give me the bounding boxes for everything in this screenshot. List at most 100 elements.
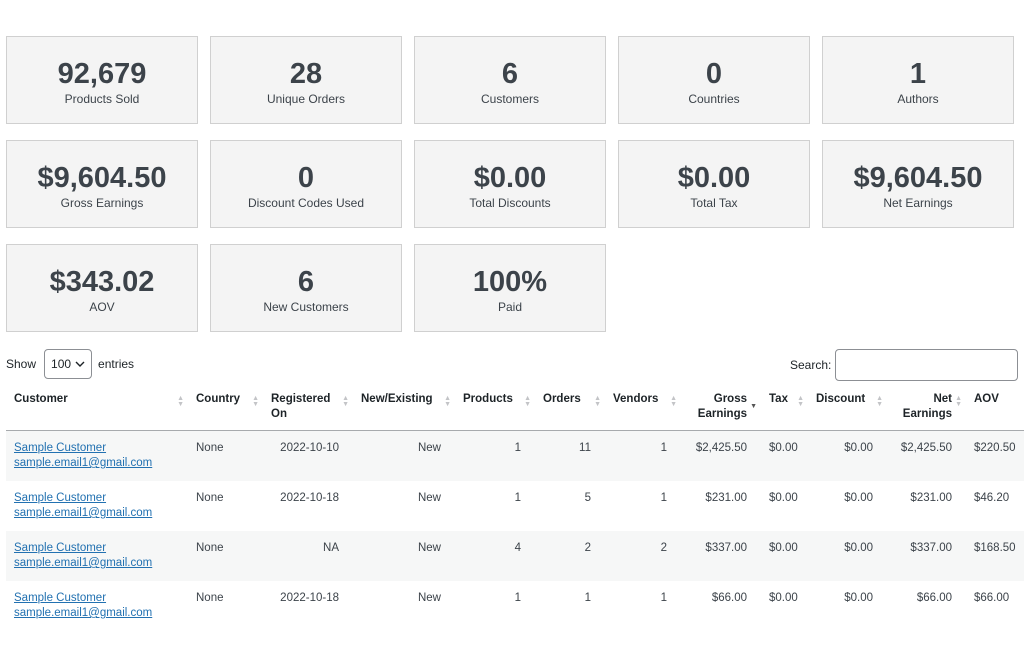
show-label: Show	[6, 357, 37, 371]
tax-cell: $0.00	[769, 442, 798, 454]
stat-label: Countries	[688, 92, 740, 106]
tax-cell: $0.00	[769, 542, 798, 554]
entries-select-value: 100	[51, 357, 72, 371]
stat-value: 6	[297, 266, 315, 298]
stat-card: 100% Paid	[414, 244, 606, 332]
customer-cell: Sample Customer sample.email1@gmail.com	[6, 581, 188, 631]
customer-name-link[interactable]: Sample Customer	[14, 541, 180, 556]
entries-select[interactable]: 100	[44, 349, 93, 379]
stat-card: 28 Unique Orders	[210, 36, 402, 124]
column-header-tax[interactable]: Tax ▲ ▼	[761, 386, 808, 431]
customer-name-link[interactable]: Sample Customer	[14, 441, 180, 456]
stat-label: Total Tax	[690, 196, 738, 210]
country-cell: None	[196, 442, 224, 454]
aov-cell: $66.00	[974, 592, 1010, 604]
column-header-label: Country	[196, 393, 241, 405]
customer-email-link[interactable]: sample.email1@gmail.com	[14, 556, 180, 571]
stat-label: AOV	[89, 300, 115, 314]
vendors-cell: 1	[660, 592, 667, 604]
stat-card: $343.02 AOV	[6, 244, 198, 332]
column-header-label: New/Existing	[361, 393, 433, 405]
chevron-down-icon	[75, 361, 85, 367]
entries-label: entries	[98, 357, 135, 371]
column-header-aov[interactable]: AOV	[966, 386, 1024, 431]
stat-label: New Customers	[263, 300, 349, 314]
column-header-label: Orders	[543, 393, 581, 405]
column-header-country[interactable]: Country ▲ ▼	[188, 386, 263, 431]
table-header-row: Customer ▲ ▼ Country ▲ ▼ Registered On ▲ ▼ New…	[6, 386, 1024, 431]
net-earnings-cell: $2,425.50	[900, 442, 952, 454]
stat-label: Customers	[480, 92, 539, 106]
column-header-orders[interactable]: Orders ▲ ▼	[535, 386, 605, 431]
column-header-label: Net Earnings	[902, 393, 952, 420]
status-cell: New	[417, 492, 441, 504]
search-input[interactable]	[835, 349, 1019, 381]
net-earnings-cell: $231.00	[910, 492, 952, 504]
vendors-cell: 1	[660, 442, 667, 454]
customer-name-link[interactable]: Sample Customer	[14, 491, 180, 506]
stat-value: 28	[289, 58, 323, 90]
column-header-discount[interactable]: Discount ▲ ▼	[808, 386, 887, 431]
gross-earnings-cell: $66.00	[711, 592, 747, 604]
stat-label: Unique Orders	[266, 92, 346, 106]
customer-name-link[interactable]: Sample Customer	[14, 591, 180, 606]
stat-card: 0 Countries	[618, 36, 810, 124]
stat-card: $9,604.50 Gross Earnings	[6, 140, 198, 228]
column-header-gross-earnings[interactable]: Gross Earnings ▼	[681, 386, 761, 431]
registered-cell: 2022-10-18	[280, 492, 339, 504]
stat-card: $9,604.50 Net Earnings	[822, 140, 1014, 228]
net-earnings-cell: $66.00	[916, 592, 952, 604]
customer-email-link[interactable]: sample.email1@gmail.com	[14, 606, 180, 621]
table-row: Sample Customer sample.email1@gmail.com N…	[6, 531, 1024, 581]
column-header-label: Tax	[769, 393, 788, 405]
discount-cell: $0.00	[844, 542, 873, 554]
table-row: Sample Customer sample.email1@gmail.com N…	[6, 481, 1024, 531]
stat-value: 92,679	[57, 58, 147, 90]
status-cell: New	[417, 442, 441, 454]
stat-value: 0	[297, 162, 315, 194]
column-header-registered-on[interactable]: Registered On ▲ ▼	[263, 386, 353, 431]
search-label: Search:	[790, 358, 832, 372]
country-cell: None	[196, 492, 224, 504]
orders-cell: 1	[584, 592, 591, 604]
stat-label: Authors	[897, 92, 939, 106]
sort-icon: ▲ ▼	[252, 395, 259, 408]
stat-label: Net Earnings	[883, 196, 953, 210]
column-header-customer[interactable]: Customer ▲ ▼	[6, 386, 188, 431]
customer-cell: Sample Customer sample.email1@gmail.com	[6, 531, 188, 581]
aov-cell: $220.50	[974, 442, 1016, 454]
column-header-new-existing[interactable]: New/Existing ▲ ▼	[353, 386, 455, 431]
stat-label: Total Discounts	[469, 196, 551, 210]
column-header-label: Discount	[816, 393, 866, 405]
column-header-label: Gross Earnings	[697, 393, 747, 420]
vendors-cell: 1	[660, 492, 667, 504]
stat-value: $0.00	[677, 162, 751, 194]
sort-desc-icon: ▼	[750, 403, 757, 410]
gross-earnings-cell: $231.00	[705, 492, 747, 504]
stat-value: 0	[705, 58, 723, 90]
tax-cell: $0.00	[769, 492, 798, 504]
stat-card: 6 New Customers	[210, 244, 402, 332]
column-header-label: Vendors	[613, 393, 659, 405]
products-cell: 4	[514, 542, 521, 554]
sort-icon: ▲ ▼	[177, 395, 184, 408]
stat-card: $0.00 Total Discounts	[414, 140, 606, 228]
column-header-label: Customer	[14, 393, 68, 405]
column-header-label: Products	[463, 393, 513, 405]
stat-card: 6 Customers	[414, 36, 606, 124]
entries-length-control: Show 100 entries	[6, 349, 134, 379]
customer-email-link[interactable]: sample.email1@gmail.com	[14, 506, 180, 521]
discount-cell: $0.00	[844, 492, 873, 504]
customers-table: Customer ▲ ▼ Country ▲ ▼ Registered On ▲ ▼ New…	[6, 386, 1024, 631]
net-earnings-cell: $337.00	[910, 542, 952, 554]
table-row: Sample Customer sample.email1@gmail.com N…	[6, 581, 1024, 631]
registered-cell: 2022-10-10	[280, 442, 339, 454]
column-header-vendors[interactable]: Vendors ▲ ▼	[605, 386, 681, 431]
stat-value: 6	[501, 58, 519, 90]
customer-email-link[interactable]: sample.email1@gmail.com	[14, 456, 180, 471]
status-cell: New	[417, 542, 441, 554]
products-cell: 1	[514, 492, 521, 504]
column-header-products[interactable]: Products ▲ ▼	[455, 386, 535, 431]
column-header-net-earnings[interactable]: Net Earnings ▲ ▼	[887, 386, 966, 431]
customer-cell: Sample Customer sample.email1@gmail.com	[6, 431, 188, 482]
